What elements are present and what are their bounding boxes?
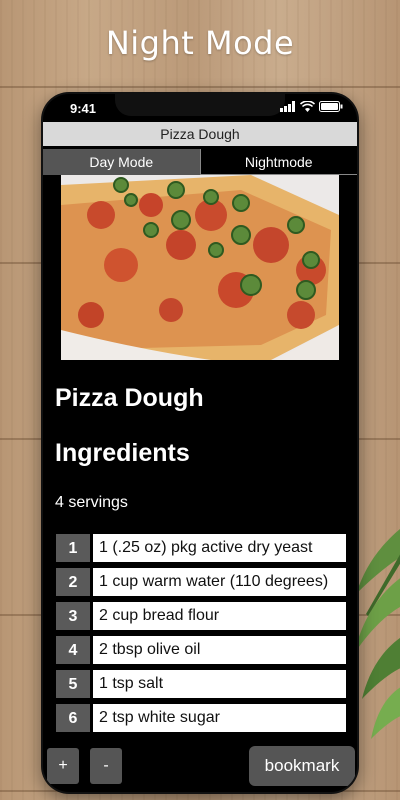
servings-text: 4 servings <box>55 494 128 511</box>
increase-servings-button[interactable]: + <box>47 748 79 784</box>
page-headline: Night Mode <box>105 24 295 62</box>
decrease-servings-button[interactable]: - <box>90 748 122 784</box>
ingredients-heading: Ingredients <box>55 439 190 467</box>
ingredient-text: 1 cup warm water (110 degrees) <box>90 568 346 596</box>
ingredient-number: 5 <box>56 670 90 698</box>
ingredient-number: 4 <box>56 636 90 664</box>
status-icons <box>280 101 343 112</box>
ingredient-text: 2 cup bread flour <box>90 602 346 630</box>
tab-nightmode[interactable]: Nightmode <box>199 149 357 175</box>
ingredient-row: 1 1 (.25 oz) pkg active dry yeast <box>56 534 346 562</box>
ingredient-row: 2 1 cup warm water (110 degrees) <box>56 568 346 596</box>
ingredient-number: 1 <box>56 534 90 562</box>
ingredient-text: 1 tsp salt <box>90 670 346 698</box>
ingredient-text: 1 (.25 oz) pkg active dry yeast <box>90 534 346 562</box>
status-bar: 9:41 <box>43 94 357 122</box>
recipe-photo <box>61 175 339 360</box>
ingredient-row: 3 2 cup bread flour <box>56 602 346 630</box>
ingredient-number: 2 <box>56 568 90 596</box>
ingredient-list: 1 1 (.25 oz) pkg active dry yeast 2 1 cu… <box>56 534 346 738</box>
ingredient-text: 2 tsp white sugar <box>90 704 346 732</box>
app-title-bar: Pizza Dough <box>43 122 357 146</box>
recipe-title: Pizza Dough <box>55 384 204 412</box>
ingredient-number: 6 <box>56 704 90 732</box>
tab-day-mode[interactable]: Day Mode <box>43 149 200 175</box>
battery-icon <box>319 101 343 112</box>
ingredient-text: 2 tbsp olive oil <box>90 636 346 664</box>
signal-icon <box>280 101 295 112</box>
wifi-icon <box>300 101 315 112</box>
ingredient-row: 5 1 tsp salt <box>56 670 346 698</box>
app-screen: 9:41 Pizza Dough Day Mode Nightmode Pizz… <box>43 94 357 792</box>
mode-tabs: Day Mode Nightmode <box>43 149 357 175</box>
notch <box>115 94 285 116</box>
phone-frame: 9:41 Pizza Dough Day Mode Nightmode Pizz… <box>41 92 359 794</box>
bookmark-button[interactable]: bookmark <box>249 746 355 786</box>
ingredient-row: 6 2 tsp white sugar <box>56 704 346 732</box>
status-time: 9:41 <box>70 101 97 116</box>
ingredient-number: 3 <box>56 602 90 630</box>
ingredient-row: 4 2 tbsp olive oil <box>56 636 346 664</box>
